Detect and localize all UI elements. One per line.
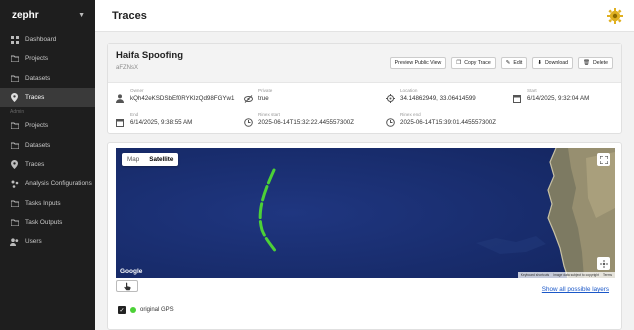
- hand-pointer-icon: [123, 282, 131, 290]
- meta-start: Start 6/14/2025, 9:32:04 AM: [513, 88, 623, 108]
- copy-trace-button[interactable]: ❐ Copy Trace: [451, 57, 496, 69]
- sidebar-item-admin-traces[interactable]: Traces: [0, 155, 95, 174]
- trace-details-card: Haifa Spoofing aFZNsX Preview Public Vie…: [107, 43, 622, 134]
- users-icon: [10, 237, 19, 246]
- trash-icon: 🗑: [583, 60, 590, 66]
- map-type-satellite-button[interactable]: Satellite: [144, 153, 178, 166]
- app-name: zephr: [12, 9, 39, 21]
- meta-rinex-start: Rinex start 2025-06-14T15:32:22.445557300…: [244, 112, 386, 132]
- map-type-map-button[interactable]: Map: [122, 153, 144, 166]
- series-color-dot: [130, 307, 136, 313]
- crosshair-icon: [386, 90, 395, 103]
- calendar-icon: [116, 114, 125, 127]
- copyright-notice: Image data subject to copyright: [553, 273, 600, 277]
- clock-icon: [244, 114, 253, 127]
- download-icon: ⬇: [537, 60, 542, 66]
- sidebar-item-label: Traces: [25, 160, 45, 168]
- map-card: Map Satellite Google Keyboard shortcuts …: [107, 142, 622, 330]
- sidebar-item-traces[interactable]: Traces: [0, 87, 95, 108]
- fullscreen-icon[interactable]: [597, 153, 610, 166]
- meta-end: End 6/14/2025, 9:38:55 AM: [116, 112, 244, 132]
- brand-switcher[interactable]: zephr ▼: [0, 0, 95, 30]
- preview-public-view-button[interactable]: Preview Public View: [389, 57, 447, 69]
- folder-icon: [10, 218, 19, 227]
- main-content: Traces Haifa Spoofing aFZNsX Preview Pub…: [95, 0, 634, 330]
- folder-icon: [10, 54, 19, 63]
- copy-icon: ❐: [456, 60, 462, 66]
- street-view-icon[interactable]: [597, 257, 610, 270]
- draw-tool-button[interactable]: [116, 280, 138, 292]
- sidebar-item-task-outputs[interactable]: Task Outputs: [0, 213, 95, 232]
- show-all-layers-link[interactable]: Show all possible layers: [542, 286, 609, 293]
- layer-label: original GPS: [140, 307, 174, 313]
- sidebar-item-users[interactable]: Users: [0, 232, 95, 251]
- trace-actions: Preview Public View ❐ Copy Trace ✎ Edit ⬇ D…: [389, 57, 613, 69]
- user-avatar-icon[interactable]: [606, 7, 624, 25]
- map-type-control: Map Satellite: [122, 153, 179, 166]
- terms-link[interactable]: Terms: [603, 273, 612, 277]
- sidebar-item-label: Dashboard: [25, 36, 57, 44]
- satellite-map[interactable]: Map Satellite Google Keyboard shortcuts …: [116, 148, 615, 278]
- user-icon: [116, 90, 125, 103]
- sidebar-item-tasks-inputs[interactable]: Tasks Inputs: [0, 193, 95, 212]
- gps-trace: [258, 168, 278, 254]
- top-bar: Traces: [95, 0, 634, 32]
- keyboard-shortcuts-link[interactable]: Keyboard shortcuts: [521, 273, 549, 277]
- trace-header: Haifa Spoofing aFZNsX Preview Public Vie…: [108, 44, 621, 83]
- checkbox-checked-icon[interactable]: ✓: [118, 306, 126, 314]
- google-logo: Google: [120, 268, 143, 275]
- meta-private: Private true: [244, 88, 386, 108]
- sidebar: zephr ▼ Dashboard Projects Datasets Trac…: [0, 0, 95, 330]
- folder-icon: [10, 74, 19, 83]
- sidebar-item-label: Datasets: [25, 141, 51, 149]
- clock-icon: [386, 114, 395, 127]
- sidebar-item-admin-datasets[interactable]: Datasets: [0, 135, 95, 154]
- pencil-icon: ✎: [505, 60, 511, 66]
- download-button[interactable]: ⬇ Download: [532, 57, 574, 69]
- meta-location: Location 34.14862949, 33.06414599: [386, 88, 513, 108]
- map-attribution: Keyboard shortcuts Image data subject to…: [517, 272, 615, 278]
- sidebar-item-label: Traces: [25, 94, 45, 102]
- sidebar-admin-heading: Admin: [10, 108, 25, 115]
- meta-rinex-end: Rinex end 2025-06-14T15:39:01.445557300Z: [386, 112, 513, 132]
- sidebar-item-label: Tasks Inputs: [25, 199, 61, 207]
- sidebar-item-label: Task Outputs: [25, 218, 63, 226]
- sidebar-item-label: Users: [25, 238, 42, 246]
- sidebar-item-label: Projects: [25, 122, 49, 130]
- edit-button[interactable]: ✎ Edit: [500, 57, 528, 69]
- sidebar-item-label: Datasets: [25, 74, 51, 82]
- page-title: Traces: [112, 9, 147, 22]
- sidebar-item-dashboard[interactable]: Dashboard: [0, 30, 95, 49]
- layer-legend-item[interactable]: ✓ original GPS: [118, 306, 174, 314]
- eye-off-icon: [244, 90, 253, 103]
- sidebar-item-analysis-configurations[interactable]: Analysis Configurations: [0, 174, 95, 193]
- delete-button[interactable]: 🗑 Delete: [578, 57, 613, 69]
- folder-icon: [10, 141, 19, 150]
- grid-icon: [10, 35, 19, 44]
- folder-icon: [10, 121, 19, 130]
- meta-owner: Owner kQh42eKSDSbEf0RYKIzQd98FGYw1: [116, 88, 244, 108]
- sidebar-item-projects[interactable]: Projects: [0, 49, 95, 68]
- caret-down-icon: ▼: [78, 11, 85, 19]
- calendar-icon: [513, 90, 522, 103]
- location-pin-icon: [10, 159, 19, 169]
- sidebar-item-datasets[interactable]: Datasets: [0, 69, 95, 88]
- sidebar-item-admin-projects[interactable]: Projects: [0, 116, 95, 135]
- location-pin-icon: [10, 93, 19, 103]
- sidebar-item-label: Projects: [25, 55, 49, 63]
- folder-icon: [10, 199, 19, 208]
- sidebar-item-label: Analysis Configurations: [25, 180, 92, 188]
- trace-metadata: Owner kQh42eKSDSbEf0RYKIzQd98FGYw1 Privat…: [108, 83, 621, 132]
- sliders-icon: [10, 179, 19, 188]
